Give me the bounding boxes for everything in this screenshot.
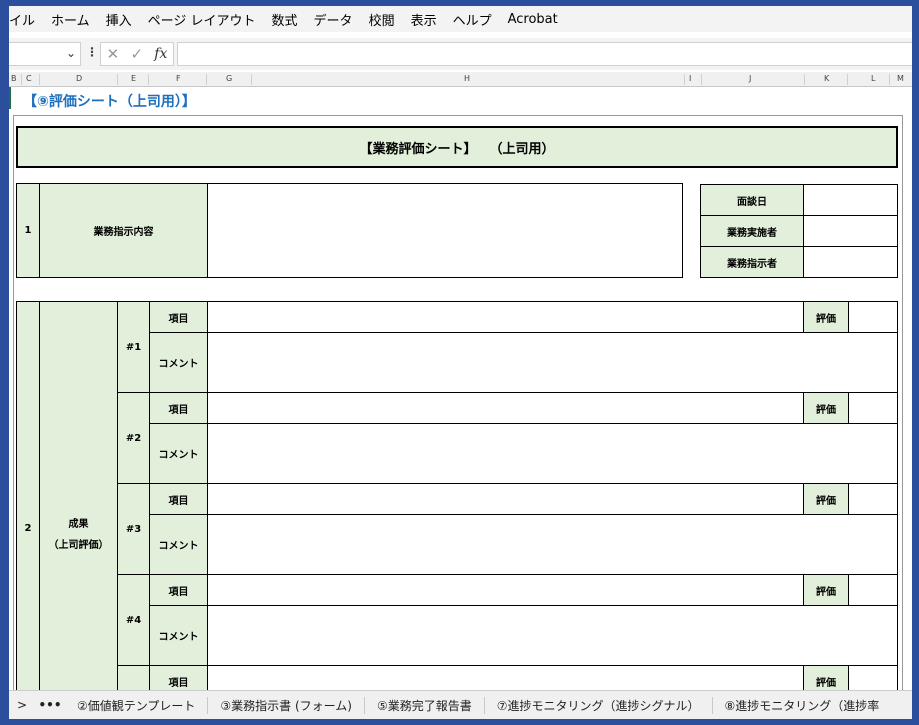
page-border-top — [13, 115, 903, 116]
menu-review[interactable]: 校閲 — [361, 10, 403, 29]
formula-bar: ⌄ ⋮ ✕ ✓ fx — [9, 38, 912, 70]
eval-input-cell[interactable] — [848, 483, 898, 515]
column-header: B C D E F G H I J K L M — [9, 72, 912, 87]
col-header-c[interactable]: C — [26, 74, 32, 83]
item-label[interactable]: 項目 — [149, 392, 208, 424]
col-header-e[interactable]: E — [131, 74, 136, 83]
menu-formulas[interactable]: 数式 — [264, 10, 306, 29]
comment-label[interactable]: コメント — [149, 332, 208, 393]
item-number[interactable]: #3 — [117, 483, 150, 575]
row2-label[interactable]: 成果 （上司評価） — [39, 301, 118, 701]
instructor-cell[interactable] — [803, 246, 898, 278]
comment-input-cell[interactable] — [207, 423, 898, 484]
item-input-cell[interactable] — [207, 574, 804, 606]
comment-input-cell[interactable] — [207, 514, 898, 575]
active-cell-indicator — [9, 87, 11, 109]
tab-values-template[interactable]: ②価値観テンプレート — [65, 696, 209, 714]
item-input-cell[interactable] — [207, 392, 804, 424]
item-label[interactable]: 項目 — [149, 574, 208, 606]
row2-label-line1: 成果 — [68, 519, 89, 530]
enter-icon[interactable]: ✓ — [130, 45, 143, 63]
tab-progress-signal[interactable]: ⑦進捗モニタリング（進捗シグナル） — [485, 696, 713, 714]
col-header-i[interactable]: I — [689, 74, 691, 83]
formula-input[interactable] — [177, 42, 912, 66]
menu-acrobat[interactable]: Acrobat — [500, 12, 566, 27]
eval-input-cell[interactable] — [848, 301, 898, 333]
eval-label[interactable]: 評価 — [803, 301, 849, 333]
comment-input-cell[interactable] — [207, 332, 898, 393]
formula-buttons: ✕ ✓ fx — [100, 42, 174, 66]
item-label[interactable]: 項目 — [149, 301, 208, 333]
cancel-icon[interactable]: ✕ — [107, 45, 120, 63]
sheet-title[interactable]: 【⑨評価シート（上司用）】 — [23, 91, 196, 111]
tab-work-instruction-form[interactable]: ③業務指示書 (フォーム) — [208, 696, 365, 714]
eval-label[interactable]: 評価 — [803, 574, 849, 606]
col-header-j[interactable]: J — [749, 74, 751, 83]
col-header-h[interactable]: H — [464, 74, 470, 83]
comment-input-cell[interactable] — [207, 605, 898, 666]
comment-label[interactable]: コメント — [149, 423, 208, 484]
eval-input-cell[interactable] — [848, 574, 898, 606]
col-header-b[interactable]: B — [11, 74, 17, 83]
interview-date-label[interactable]: 面談日 — [700, 184, 804, 216]
eval-label[interactable]: 評価 — [803, 483, 849, 515]
menu-page-layout[interactable]: ページ レイアウト — [140, 10, 264, 29]
col-header-f[interactable]: F — [176, 74, 181, 83]
row1-label[interactable]: 業務指示内容 — [39, 183, 208, 278]
tab-scroll-right-icon[interactable]: > — [9, 698, 35, 712]
page-border-left — [13, 115, 14, 695]
eval-label[interactable]: 評価 — [803, 392, 849, 424]
menu-help[interactable]: ヘルプ — [445, 10, 500, 29]
menu-insert[interactable]: 挿入 — [98, 10, 140, 29]
col-header-l[interactable]: L — [871, 74, 875, 83]
tab-completion-report[interactable]: ⑤業務完了報告書 — [365, 696, 485, 714]
more-tabs-icon[interactable]: ••• — [35, 698, 65, 712]
col-header-g[interactable]: G — [226, 74, 232, 83]
menu-data[interactable]: データ — [306, 10, 361, 29]
col-header-d[interactable]: D — [76, 74, 82, 83]
sheet-tab-bar: > ••• ②価値観テンプレート ③業務指示書 (フォーム) ⑤業務完了報告書 … — [9, 690, 912, 719]
performer-cell[interactable] — [803, 215, 898, 247]
item-input-cell[interactable] — [207, 483, 804, 515]
row2-label-line2: （上司評価） — [48, 540, 109, 551]
tab-progress-rate[interactable]: ⑧進捗モニタリング（進捗率 — [713, 697, 892, 714]
item-label[interactable]: 項目 — [149, 483, 208, 515]
item-number[interactable]: #2 — [117, 392, 150, 484]
item-input-cell[interactable] — [207, 301, 804, 333]
page-border-right — [902, 115, 903, 695]
row1-number[interactable]: 1 — [16, 183, 40, 278]
item-number[interactable]: #1 — [117, 301, 150, 393]
menu-home[interactable]: ホーム — [43, 10, 98, 29]
col-header-k[interactable]: K — [824, 74, 829, 83]
item-number[interactable]: #4 — [117, 574, 150, 666]
row1-content-cell[interactable] — [207, 183, 683, 278]
comment-label[interactable]: コメント — [149, 514, 208, 575]
eval-input-cell[interactable] — [848, 392, 898, 424]
insert-function-icon[interactable]: fx — [154, 46, 167, 62]
form-banner[interactable]: 【業務評価シート】 （上司用） — [16, 126, 898, 168]
worksheet[interactable]: 【⑨評価シート（上司用）】 【業務評価シート】 （上司用） 1 業務指示内容 面… — [9, 87, 912, 705]
row2-number[interactable]: 2 — [16, 301, 40, 701]
menu-file[interactable]: イル — [9, 10, 43, 29]
menu-view[interactable]: 表示 — [403, 10, 445, 29]
ribbon-menu: イル ホーム 挿入 ページ レイアウト 数式 データ 校閲 表示 ヘルプ Acr… — [9, 6, 912, 32]
col-header-m[interactable]: M — [897, 74, 904, 83]
excel-window: イル ホーム 挿入 ページ レイアウト 数式 データ 校閲 表示 ヘルプ Acr… — [9, 6, 912, 719]
instructor-label[interactable]: 業務指示者 — [700, 246, 804, 278]
interview-date-cell[interactable] — [803, 184, 898, 216]
name-box[interactable]: ⌄ — [9, 42, 81, 66]
more-options-icon[interactable]: ⋮ — [86, 45, 98, 59]
row2-number-text: 2 — [24, 523, 32, 534]
banner-text: 【業務評価シート】 （上司用） — [359, 141, 555, 157]
chevron-down-icon[interactable]: ⌄ — [66, 46, 76, 60]
performer-label[interactable]: 業務実施者 — [700, 215, 804, 247]
comment-label[interactable]: コメント — [149, 605, 208, 666]
row2-label-text: 成果 （上司評価） — [40, 515, 117, 551]
